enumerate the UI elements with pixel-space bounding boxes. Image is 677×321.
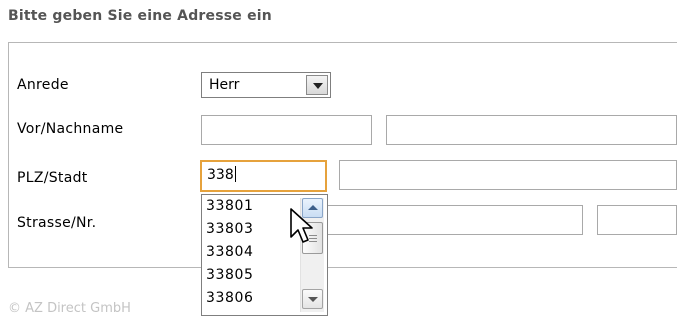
text-caret (234, 166, 236, 182)
salutation-selected-value: Herr (209, 77, 240, 93)
zip-input-value: 338 (207, 167, 234, 183)
autocomplete-scrollbar[interactable] (300, 198, 324, 312)
street-label: Strasse/Nr. (17, 215, 97, 231)
zip-input[interactable]: 338 (200, 160, 327, 192)
arrow-down-icon[interactable] (302, 289, 323, 309)
first-name-input[interactable] (201, 115, 372, 145)
house-number-input[interactable] (597, 205, 677, 235)
address-form-page: Bitte geben Sie eine Adresse ein © AZ Di… (0, 0, 677, 321)
scrollbar-thumb[interactable] (302, 222, 323, 254)
autocomplete-item[interactable]: 33801 (206, 198, 254, 214)
autocomplete-item[interactable]: 33805 (206, 267, 254, 283)
salutation-select[interactable]: Herr (201, 72, 331, 98)
chevron-down-icon[interactable] (306, 75, 328, 95)
copyright-footer: © AZ Direct GmbH (8, 301, 131, 316)
autocomplete-item[interactable]: 33806 (206, 290, 254, 306)
name-label: Vor/Nachname (17, 121, 124, 137)
street-input[interactable] (300, 205, 583, 235)
city-input[interactable] (339, 160, 677, 190)
arrow-up-icon[interactable] (302, 198, 323, 218)
zip-city-label: PLZ/Stadt (17, 170, 88, 186)
salutation-label: Anrede (17, 77, 69, 93)
zip-autocomplete-list[interactable]: 33801 33803 33804 33805 33806 (201, 194, 328, 316)
last-name-input[interactable] (386, 115, 677, 145)
autocomplete-item[interactable]: 33804 (206, 244, 254, 260)
section-title: Bitte geben Sie eine Adresse ein (8, 8, 272, 24)
autocomplete-item[interactable]: 33803 (206, 221, 254, 237)
